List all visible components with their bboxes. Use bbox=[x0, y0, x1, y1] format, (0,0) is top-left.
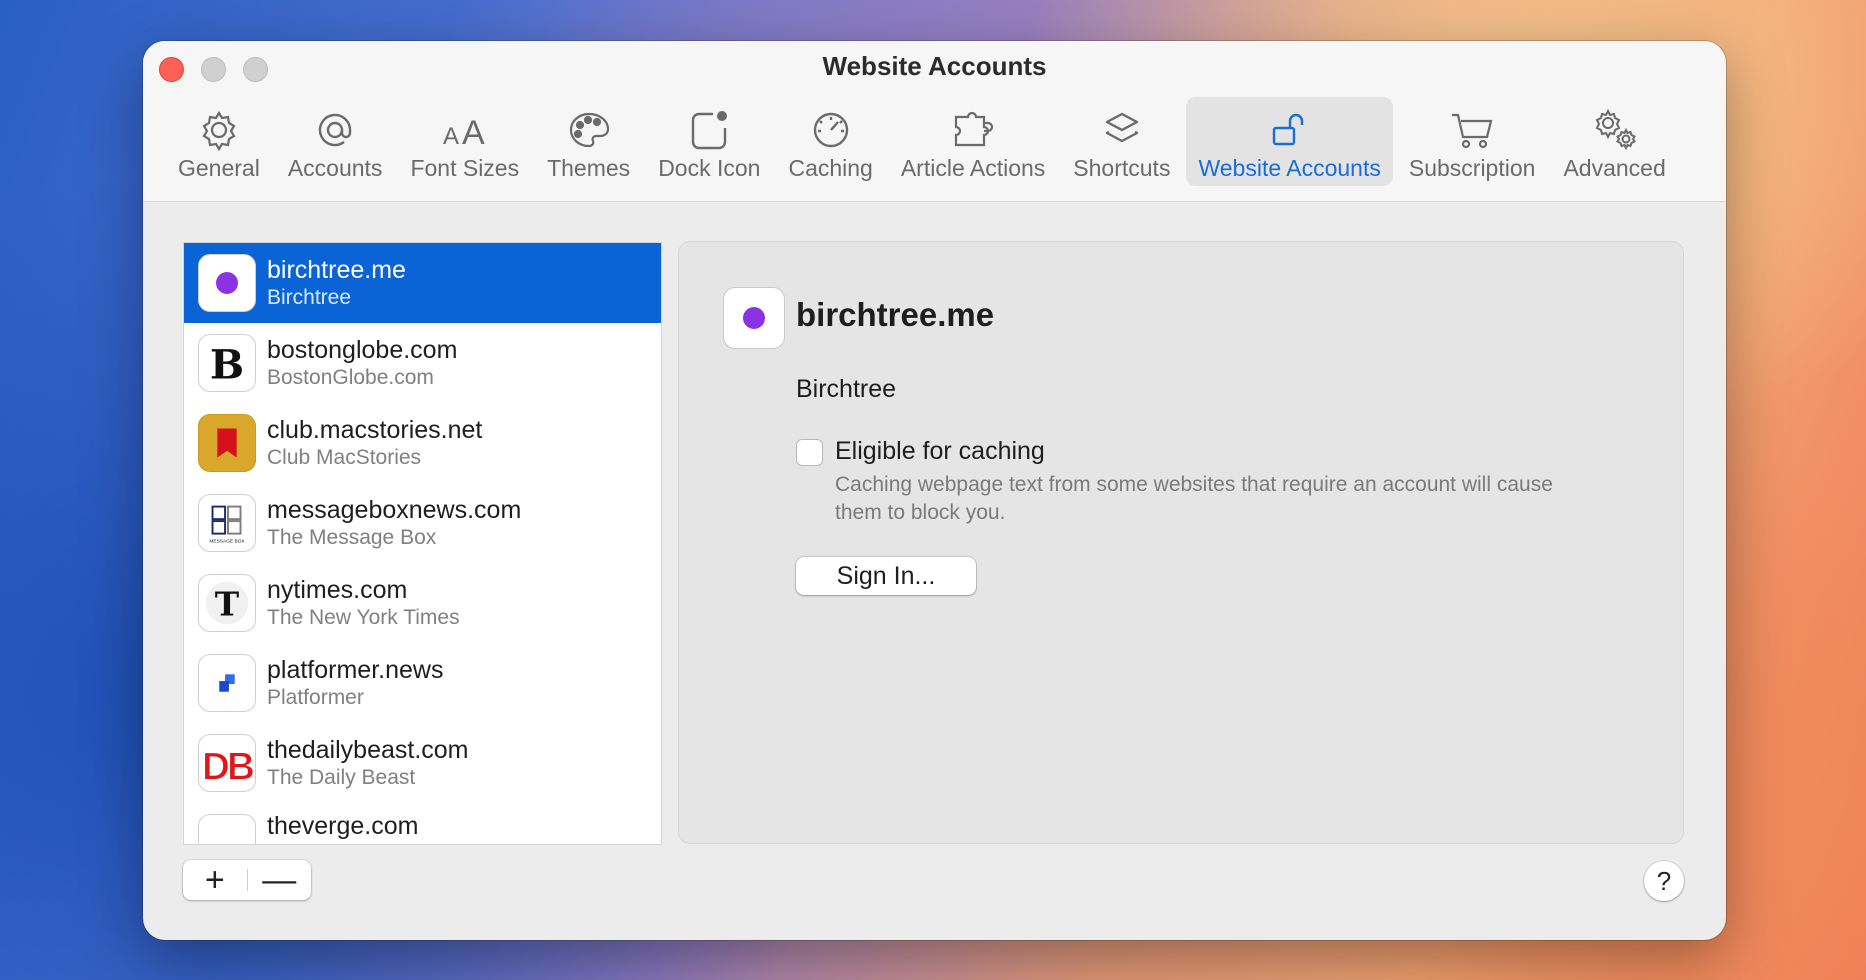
list-item[interactable]: B bostonglobe.com BostonGlobe.com bbox=[184, 323, 661, 403]
caching-help-text: Caching webpage text from some websites … bbox=[835, 473, 1553, 524]
tab-label: Dock Icon bbox=[658, 155, 761, 181]
account-name: Platformer bbox=[267, 686, 364, 709]
account-domain: bostonglobe.com bbox=[267, 336, 458, 364]
list-item[interactable]: DB thedailybeast.com The Daily Beast bbox=[184, 723, 661, 803]
at-sign-icon bbox=[318, 113, 352, 147]
shortcuts-icon bbox=[1105, 112, 1139, 143]
svg-text:A: A bbox=[443, 123, 459, 150]
svg-text:T: T bbox=[215, 585, 240, 624]
birchtree-logo bbox=[198, 254, 256, 312]
list-item[interactable]: MESSAGE BOX messageboxnews.com The Messa… bbox=[184, 483, 661, 563]
account-name: The Daily Beast bbox=[267, 766, 416, 789]
gears-icon bbox=[1595, 108, 1636, 151]
message-box-logo: MESSAGE BOX bbox=[198, 494, 256, 552]
tab-label: Caching bbox=[788, 155, 873, 181]
daily-beast-logo: DB bbox=[198, 734, 256, 792]
tab-label: Subscription bbox=[1408, 155, 1536, 181]
add-account-button[interactable]: + bbox=[183, 860, 247, 900]
unlock-icon bbox=[1272, 113, 1303, 146]
toolbar: Website Accounts General Accounts A A Fo… bbox=[143, 41, 1726, 202]
account-name: The Message Box bbox=[267, 526, 437, 549]
tab-accounts[interactable]: Accounts bbox=[276, 97, 395, 186]
birchtree-logo bbox=[723, 287, 785, 349]
detail-domain: birchtree.me bbox=[796, 296, 995, 333]
svg-text:MESSAGE BOX: MESSAGE BOX bbox=[209, 538, 245, 544]
account-domain: theverge.com bbox=[267, 812, 419, 840]
tab-label: Advanced bbox=[1563, 155, 1666, 181]
dock-badge-icon bbox=[692, 111, 728, 150]
account-name: Birchtree bbox=[267, 286, 352, 309]
list-item[interactable]: birchtree.me Birchtree bbox=[184, 243, 661, 323]
account-domain: club.macstories.net bbox=[267, 416, 483, 444]
tab-article-actions[interactable]: Article Actions bbox=[889, 97, 1057, 186]
account-name: Club MacStories bbox=[267, 446, 422, 469]
caching-checkbox[interactable] bbox=[796, 439, 823, 466]
gear-icon bbox=[202, 110, 236, 152]
account-name: BostonGlobe.com bbox=[267, 366, 434, 389]
preferences-window: Website Accounts General Accounts A A Fo… bbox=[143, 41, 1726, 940]
account-name: The New York Times bbox=[267, 606, 460, 629]
caching-checkbox-label[interactable]: Eligible for caching bbox=[835, 437, 1045, 466]
tab-label: General bbox=[178, 155, 260, 181]
tab-advanced[interactable]: Advanced bbox=[1551, 97, 1677, 186]
account-domain: nytimes.com bbox=[267, 576, 408, 604]
verge-logo bbox=[198, 814, 256, 844]
remove-account-button[interactable]: — bbox=[248, 860, 312, 900]
list-item[interactable]: theverge.com bbox=[184, 803, 661, 844]
platformer-logo bbox=[198, 654, 256, 712]
detail-name: Birchtree bbox=[796, 375, 897, 403]
tab-label: Article Actions bbox=[900, 155, 1046, 181]
tab-label: Font Sizes bbox=[410, 155, 520, 181]
tab-label: Accounts bbox=[287, 155, 383, 181]
font-size-icon: A A bbox=[443, 114, 485, 152]
account-domain: thedailybeast.com bbox=[267, 736, 469, 764]
list-item[interactable]: platformer.news Platformer bbox=[184, 643, 661, 723]
account-domain: messageboxnews.com bbox=[267, 496, 522, 524]
tab-subscription[interactable]: Subscription bbox=[1397, 97, 1548, 186]
preference-tabs: General Accounts A A Font Sizes Themes D… bbox=[166, 97, 1682, 186]
tab-dock-icon[interactable]: Dock Icon bbox=[646, 97, 772, 186]
tab-shortcuts[interactable]: Shortcuts bbox=[1061, 97, 1182, 186]
macstories-logo bbox=[198, 414, 256, 472]
add-remove-control: + — bbox=[183, 860, 311, 900]
tab-general[interactable]: General bbox=[166, 97, 272, 186]
boston-globe-logo: B bbox=[198, 334, 256, 392]
svg-text:A: A bbox=[462, 114, 485, 152]
account-domain: birchtree.me bbox=[267, 256, 406, 284]
tab-font-sizes[interactable]: A A Font Sizes bbox=[398, 97, 531, 186]
tab-label: Shortcuts bbox=[1073, 155, 1171, 181]
account-detail-pane: birchtree.me Birchtree Eligible for cach… bbox=[678, 241, 1684, 844]
palette-icon bbox=[569, 112, 609, 148]
list-item[interactable]: T nytimes.com The New York Times bbox=[184, 563, 661, 643]
window-title: Website Accounts bbox=[822, 51, 1047, 81]
help-button[interactable]: ? bbox=[1644, 861, 1684, 901]
tab-website-accounts[interactable]: Website Accounts bbox=[1186, 97, 1393, 186]
svg-text:DB: DB bbox=[202, 745, 254, 788]
sign-in-button[interactable]: Sign In... bbox=[796, 557, 976, 595]
tab-label: Website Accounts bbox=[1198, 155, 1381, 181]
accounts-list[interactable]: birchtree.me Birchtree B bostonglobe.com… bbox=[183, 242, 662, 845]
account-domain: platformer.news bbox=[267, 656, 444, 684]
list-item[interactable]: club.macstories.net Club MacStories bbox=[184, 403, 661, 483]
tab-label: Themes bbox=[547, 155, 631, 181]
tab-themes[interactable]: Themes bbox=[535, 97, 642, 186]
cart-icon bbox=[1452, 113, 1493, 149]
svg-text:B: B bbox=[210, 340, 244, 388]
speedometer-icon bbox=[813, 112, 848, 148]
nyt-logo: T bbox=[198, 574, 256, 632]
puzzle-icon bbox=[954, 111, 994, 147]
tab-caching[interactable]: Caching bbox=[776, 97, 884, 186]
